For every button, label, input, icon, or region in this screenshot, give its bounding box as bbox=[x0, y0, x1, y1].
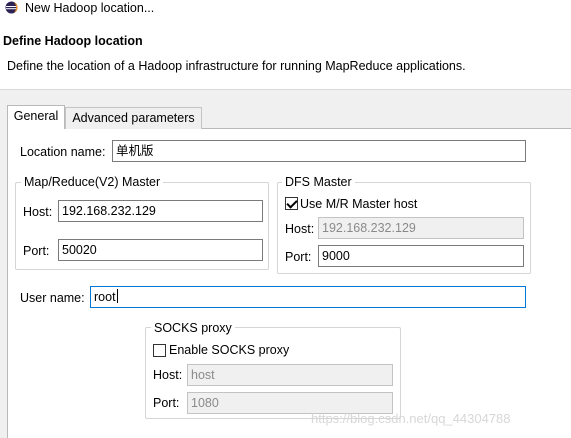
location-name-input[interactable]: 单机版 bbox=[112, 140, 526, 162]
page-title: Define Hadoop location bbox=[3, 34, 143, 48]
dfs-master-title: DFS Master bbox=[282, 174, 355, 190]
dfs-port-label: Port: bbox=[285, 250, 312, 264]
tab-general[interactable]: General bbox=[7, 105, 65, 129]
watermark-text: https://blog.csdn.net/qq_44304788 bbox=[311, 411, 511, 426]
user-name-label: User name: bbox=[20, 291, 85, 305]
enable-socks-checkbox[interactable] bbox=[153, 344, 166, 357]
page-description: Define the location of a Hadoop infrastr… bbox=[7, 59, 466, 73]
mr-port-label: Port: bbox=[23, 244, 50, 258]
socks-host-input: host bbox=[187, 364, 393, 386]
mr-port-input[interactable]: 50020 bbox=[58, 239, 263, 261]
eclipse-icon bbox=[5, 1, 18, 14]
dfs-host-input: 192.168.232.129 bbox=[318, 217, 524, 239]
text-cursor bbox=[116, 289, 118, 303]
user-name-input[interactable]: root bbox=[90, 286, 526, 308]
dfs-port-input[interactable]: 9000 bbox=[318, 245, 524, 267]
tab-advanced-parameters[interactable]: Advanced parameters bbox=[65, 107, 202, 129]
mapreduce-master-title: Map/Reduce(V2) Master bbox=[21, 174, 164, 190]
user-name-value: root bbox=[94, 290, 116, 304]
use-mr-host-checkbox[interactable] bbox=[285, 197, 298, 210]
mr-host-input[interactable]: 192.168.232.129 bbox=[58, 200, 263, 222]
mr-host-label: Host: bbox=[23, 205, 53, 219]
enable-socks-label: Enable SOCKS proxy bbox=[169, 343, 290, 357]
socks-host-label: Host: bbox=[153, 368, 183, 382]
dfs-host-label: Host: bbox=[285, 222, 315, 236]
use-mr-host-label: Use M/R Master host bbox=[300, 197, 418, 211]
dialog-header bbox=[0, 18, 571, 90]
socks-port-label: Port: bbox=[153, 396, 180, 410]
location-name-label: Location name: bbox=[20, 145, 106, 159]
socks-proxy-title: SOCKS proxy bbox=[151, 320, 235, 336]
window-title: New Hadoop location... bbox=[25, 1, 155, 15]
